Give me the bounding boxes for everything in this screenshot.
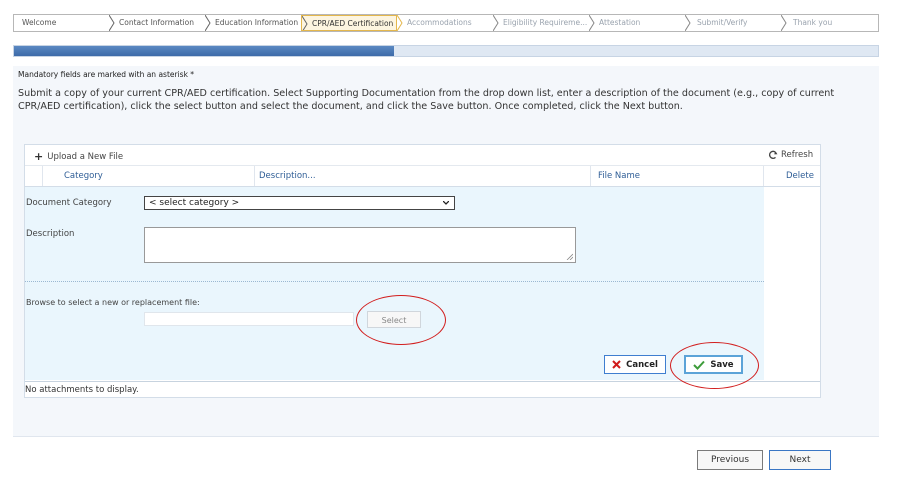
edit-form	[25, 187, 764, 380]
document-category-select[interactable]: < select category >	[144, 196, 455, 210]
column-separator	[254, 166, 255, 186]
no-attachments-message: No attachments to display.	[25, 385, 139, 395]
column-header-file-name[interactable]: File Name	[598, 166, 640, 186]
annotation-circle-select	[356, 295, 446, 345]
chevron-right-icon	[302, 16, 308, 30]
wizard-step-education-information[interactable]: Education Information	[205, 15, 301, 31]
column-header-description[interactable]: Description...	[259, 166, 316, 186]
wizard-step-accommodations[interactable]: Accommodations	[397, 15, 493, 31]
chevron-right-icon	[397, 15, 403, 31]
description-textarea[interactable]	[144, 227, 576, 263]
form-divider	[25, 281, 764, 282]
grid-header-top-border	[25, 165, 820, 166]
chevron-right-icon	[685, 15, 691, 31]
progress-bar	[13, 45, 879, 57]
refresh-icon	[768, 150, 778, 159]
previous-button[interactable]: Previous	[697, 450, 763, 470]
chevron-right-icon	[589, 15, 595, 31]
refresh-button[interactable]: Refresh	[768, 150, 813, 160]
annotation-circle-save	[670, 342, 759, 389]
wizard-step-cpr-aed-certification[interactable]: CPR/AED Certification	[301, 15, 397, 31]
chevron-right-icon	[109, 15, 115, 31]
browse-file-label: Browse to select a new or replacement fi…	[26, 298, 200, 307]
instructions-text: Submit a copy of your current CPR/AED ce…	[18, 88, 835, 112]
close-icon	[612, 360, 621, 369]
wizard-step-contact-information[interactable]: Contact Information	[109, 15, 205, 31]
mandatory-note: Mandatory fields are marked with an aste…	[18, 70, 195, 79]
column-separator	[590, 166, 591, 186]
wizard-step-attestation[interactable]: Attestation	[589, 15, 685, 31]
description-label: Description	[26, 229, 75, 239]
footer-divider	[13, 436, 879, 437]
wizard-step-submit-verify[interactable]: Submit/Verify	[685, 15, 781, 31]
file-path-input[interactable]	[144, 312, 354, 326]
wizard-step-thank-you[interactable]: Thank you	[781, 15, 878, 31]
chevron-right-icon	[493, 15, 499, 31]
wizard-steps: Welcome Contact Information Education In…	[13, 14, 879, 32]
chevron-down-icon	[443, 201, 449, 205]
column-header-category[interactable]: Category	[64, 166, 103, 186]
progress-fill	[14, 46, 395, 56]
column-separator	[763, 166, 764, 186]
upload-new-file-button[interactable]: + Upload a New File	[34, 150, 123, 163]
wizard-step-eligibility-requirements[interactable]: Eligibility Requireme...	[493, 15, 589, 31]
chevron-right-icon	[781, 15, 787, 31]
column-separator	[42, 166, 43, 186]
chevron-right-icon	[205, 15, 211, 31]
resize-grip-icon[interactable]	[566, 253, 573, 260]
cancel-button[interactable]: Cancel	[604, 355, 666, 374]
wizard-step-welcome[interactable]: Welcome	[14, 15, 109, 31]
next-button[interactable]: Next	[769, 450, 831, 470]
document-category-label: Document Category	[26, 198, 112, 208]
column-header-delete[interactable]: Delete	[786, 166, 814, 186]
plus-icon: +	[34, 150, 44, 163]
